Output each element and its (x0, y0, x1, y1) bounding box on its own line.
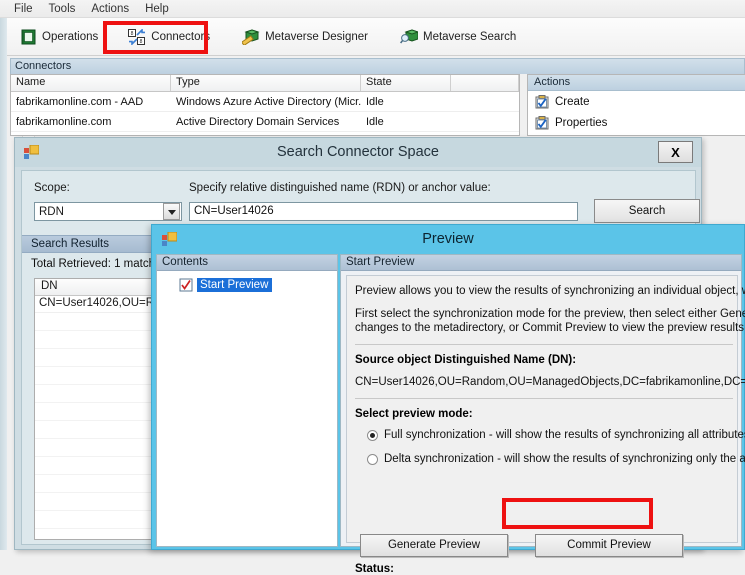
toolbar-button-metaverse-designer[interactable]: Metaverse Designer (234, 23, 376, 51)
cell-type: Active Directory Domain Services (176, 115, 340, 128)
toolbar-button-operations-label: Operations (42, 30, 99, 43)
tree-item-label: Start Preview (197, 278, 273, 292)
source-dn-heading: Source object Distinguished Name (DN): (355, 354, 577, 366)
menu-item-actions[interactable]: Actions (91, 3, 129, 15)
connectors-icon: 8 8 (128, 28, 146, 45)
radio-delta-synchronization-label: Delta synchronization - will show the re… (384, 453, 745, 465)
actions-panel: Actions Create Properties (527, 74, 745, 136)
toolbar-button-metaverse-search[interactable]: Metaverse Search (392, 23, 524, 51)
tree-item-start-preview[interactable]: Start Preview (179, 277, 337, 293)
preview-content: Preview allows you to view the results o… (346, 275, 745, 575)
menu-item-file[interactable]: File (14, 3, 33, 15)
preview-detail-pane: Start Preview Preview allows you to view… (340, 254, 745, 575)
cell-type: Windows Azure Active Directory (Micr... (176, 95, 361, 108)
radio-button-icon[interactable] (367, 454, 378, 465)
toolbar-button-operations[interactable]: Operations (13, 23, 106, 51)
svg-text:8: 8 (140, 39, 143, 45)
window-left-edge (0, 0, 7, 550)
cell-name: fabrikamonline.com (16, 115, 112, 128)
menu-item-tools[interactable]: Tools (49, 3, 76, 15)
source-dn-value: CN=User14026,OU=Random,OU=ManagedObjects… (355, 376, 745, 388)
close-icon[interactable]: X (658, 141, 693, 163)
rdn-label: Specify relative distinguished name (RDN… (189, 182, 491, 194)
table-row[interactable]: fabrikamonline.com Active Directory Doma… (11, 112, 519, 132)
preview-paragraph-1: Preview allows you to view the results o… (355, 285, 745, 297)
preview-mode-heading: Select preview mode: (355, 408, 473, 420)
scope-select-value: RDN (39, 205, 64, 218)
action-item-create[interactable]: Create (528, 91, 745, 112)
clipboard-check-icon (535, 94, 549, 109)
column-header-state[interactable]: State (361, 75, 451, 91)
radio-full-synchronization[interactable]: Full synchronization - will show the res… (367, 429, 745, 441)
preview-dialog: Preview Contents Start Preview Start Pre… (151, 224, 745, 575)
connectors-table-header: Name Type State (11, 75, 519, 92)
rdn-input[interactable]: CN=User14026 (189, 202, 578, 221)
action-item-create-label: Create (555, 95, 590, 108)
preview-dialog-title: Preview (422, 231, 474, 247)
clipboard-check-icon (535, 115, 549, 130)
actions-panel-title: Actions (528, 75, 745, 91)
menu-item-help[interactable]: Help (145, 3, 169, 15)
radio-full-synchronization-label: Full synchronization - will show the res… (384, 429, 745, 441)
status-label: Status: (355, 563, 394, 575)
total-retrieved-label: Total Retrieved: 1 matching (31, 258, 171, 270)
radio-button-icon[interactable] (367, 430, 378, 441)
search-button[interactable]: Search (594, 199, 700, 223)
preview-contents-pane: Contents Start Preview (156, 254, 338, 547)
preview-paragraph-2a: First select the synchronization mode fo… (355, 308, 745, 320)
preview-dialog-titlebar[interactable]: Preview (152, 225, 744, 254)
chevron-down-icon[interactable] (163, 203, 180, 220)
generate-preview-button[interactable]: Generate Preview (360, 534, 508, 557)
table-row[interactable]: fabrikamonline.com - AAD Windows Azure A… (11, 92, 519, 112)
connectors-pane-title: Connectors (10, 58, 745, 74)
toolbar-button-connectors[interactable]: 8 8 Connectors (120, 23, 218, 51)
preview-paragraph-2b: changes to the metadirectory, or Commit … (355, 322, 745, 334)
cell-state: Idle (366, 115, 384, 128)
checklist-icon (179, 278, 193, 292)
menu-bar: File Tools Actions Help (0, 0, 745, 18)
preview-pane-title: Start Preview (341, 255, 741, 271)
column-header-name[interactable]: Name (11, 75, 171, 91)
search-dialog-title: Search Connector Space (276, 144, 439, 160)
action-item-properties[interactable]: Properties (528, 112, 745, 133)
action-item-properties-label: Properties (555, 116, 608, 129)
divider (355, 344, 733, 345)
connectors-table[interactable]: Name Type State fabrikamonline.com - AAD… (10, 74, 520, 136)
svg-text:8: 8 (131, 31, 134, 37)
column-header-type[interactable]: Type (171, 75, 361, 91)
metaverse-search-icon (399, 28, 418, 45)
cell-state: Idle (366, 95, 384, 108)
column-header-blank[interactable] (451, 75, 519, 91)
toolbar-button-connectors-label: Connectors (151, 30, 211, 43)
cell-name: fabrikamonline.com - AAD (16, 95, 144, 108)
radio-delta-synchronization[interactable]: Delta synchronization - will show the re… (367, 453, 745, 465)
metaverse-designer-icon (242, 28, 260, 45)
operations-book-icon (21, 29, 37, 45)
divider (355, 398, 733, 399)
commit-preview-button[interactable]: Commit Preview (535, 534, 683, 557)
toolbar: Operations 8 8 Connectors Metaverse Desi… (7, 18, 745, 56)
search-dialog-titlebar[interactable]: Search Connector Space X (15, 138, 701, 167)
scope-label: Scope: (34, 182, 70, 194)
toolbar-button-metaverse-search-label: Metaverse Search (422, 30, 517, 43)
scope-select[interactable]: RDN (34, 202, 182, 221)
preview-contents-title: Contents (157, 255, 337, 271)
toolbar-button-metaverse-designer-label: Metaverse Designer (265, 30, 368, 43)
